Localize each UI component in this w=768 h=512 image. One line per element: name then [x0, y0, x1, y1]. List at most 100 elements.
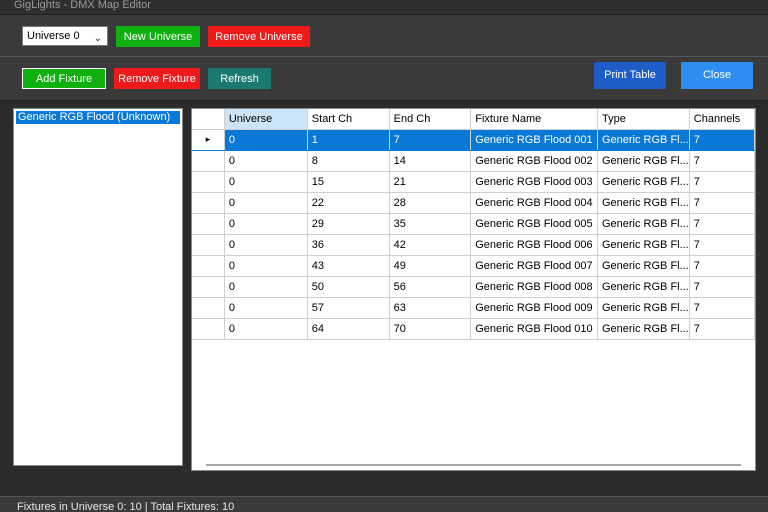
add-fixture-button[interactable]: Add Fixture [22, 68, 106, 89]
row-header[interactable] [192, 255, 225, 277]
table-cell[interactable]: Generic RGB Flood 004 [470, 192, 598, 214]
table-cell[interactable]: 22 [307, 192, 390, 214]
table-cell[interactable]: 57 [307, 297, 390, 319]
table-cell[interactable]: Generic RGB Fl... [597, 129, 690, 151]
table-cell[interactable]: 0 [224, 297, 308, 319]
table-cell[interactable]: 7 [689, 255, 755, 277]
table-cell[interactable]: Generic RGB Fl... [597, 255, 690, 277]
table-cell[interactable]: Generic RGB Flood 010 [470, 318, 598, 340]
row-header[interactable]: ▸ [192, 129, 225, 151]
table-cell[interactable]: 0 [224, 150, 308, 172]
table-cell[interactable]: 0 [224, 129, 308, 151]
table-cell[interactable]: 7 [689, 318, 755, 340]
table-row[interactable]: ▸ 0 1 7 Generic RGB Flood 001 Generic RGB Fl.… [192, 129, 755, 151]
table-cell[interactable]: Generic RGB Flood 007 [470, 255, 598, 277]
column-header-universe[interactable]: Universe [224, 109, 308, 130]
table-cell[interactable]: Generic RGB Flood 006 [470, 234, 598, 256]
row-header[interactable] [192, 213, 225, 235]
row-header[interactable] [192, 150, 225, 172]
table-cell[interactable]: 7 [389, 129, 472, 151]
table-cell[interactable]: 7 [689, 129, 755, 151]
table-row[interactable]: 0 29 35 Generic RGB Flood 005 Generic RGB Fl… [192, 213, 755, 235]
universe-select[interactable]: Universe 0 ⌄ [22, 26, 108, 46]
table-cell[interactable]: 29 [307, 213, 390, 235]
dmx-map-table[interactable]: Universe Start Ch End Ch Fixture Name Ty… [191, 108, 756, 471]
table-cell[interactable]: Generic RGB Flood 002 [470, 150, 598, 172]
status-bar: Fixtures in Universe 0: 10 | Total Fixtu… [0, 496, 768, 512]
table-cell[interactable]: Generic RGB Fl... [597, 234, 690, 256]
table-row[interactable]: 0 36 42 Generic RGB Flood 006 Generic RGB Fl… [192, 234, 755, 256]
table-cell[interactable]: 7 [689, 297, 755, 319]
table-row[interactable]: 0 57 63 Generic RGB Flood 009 Generic RGB Fl… [192, 297, 755, 319]
table-cell[interactable]: 35 [389, 213, 472, 235]
column-header-channels[interactable]: Channels [689, 109, 755, 130]
table-cell[interactable]: Generic RGB Flood 009 [470, 297, 598, 319]
table-row[interactable]: 0 43 49 Generic RGB Flood 007 Generic RGB Fl… [192, 255, 755, 277]
table-cell[interactable]: 7 [689, 150, 755, 172]
table-cell[interactable]: 7 [689, 234, 755, 256]
table-cell[interactable]: Generic RGB Flood 005 [470, 213, 598, 235]
remove-fixture-button[interactable]: Remove Fixture [114, 68, 200, 89]
table-cell[interactable]: 1 [307, 129, 390, 151]
table-row[interactable]: 0 64 70 Generic RGB Flood 010 Generic RGB Fl… [192, 318, 755, 340]
table-cell[interactable]: 0 [224, 234, 308, 256]
table-cell[interactable]: 21 [389, 171, 472, 193]
table-cell[interactable]: Generic RGB Fl... [597, 192, 690, 214]
table-cell[interactable]: Generic RGB Fl... [597, 297, 690, 319]
table-cell[interactable]: 63 [389, 297, 472, 319]
table-cell[interactable]: Generic RGB Flood 008 [470, 276, 598, 298]
table-cell[interactable]: 0 [224, 255, 308, 277]
table-cell[interactable]: 42 [389, 234, 472, 256]
list-item[interactable]: Generic RGB Flood (Unknown) [16, 111, 180, 124]
table-cell[interactable]: 7 [689, 213, 755, 235]
table-cell[interactable]: 7 [689, 171, 755, 193]
column-header-fixture-name[interactable]: Fixture Name [470, 109, 598, 130]
table-cell[interactable]: Generic RGB Fl... [597, 276, 690, 298]
print-table-button[interactable]: Print Table [594, 62, 666, 89]
remove-universe-button[interactable]: Remove Universe [208, 26, 310, 47]
row-header[interactable] [192, 297, 225, 319]
table-cell[interactable]: 0 [224, 171, 308, 193]
table-cell[interactable]: Generic RGB Flood 001 [470, 129, 598, 151]
table-cell[interactable]: 49 [389, 255, 472, 277]
table-cell[interactable]: 64 [307, 318, 390, 340]
row-header[interactable] [192, 171, 225, 193]
new-universe-button[interactable]: New Universe [116, 26, 200, 47]
table-cell[interactable]: 0 [224, 318, 308, 340]
table-cell[interactable]: 50 [307, 276, 390, 298]
table-row[interactable]: 0 50 56 Generic RGB Flood 008 Generic RGB Fl… [192, 276, 755, 298]
table-cell[interactable]: 0 [224, 192, 308, 214]
row-header[interactable] [192, 318, 225, 340]
table-cell[interactable]: 70 [389, 318, 472, 340]
table-cell[interactable]: 28 [389, 192, 472, 214]
table-cell[interactable]: 7 [689, 276, 755, 298]
table-row[interactable]: 0 22 28 Generic RGB Flood 004 Generic RGB Fl… [192, 192, 755, 214]
row-header[interactable] [192, 234, 225, 256]
table-cell[interactable]: Generic RGB Fl... [597, 171, 690, 193]
table-cell[interactable]: 8 [307, 150, 390, 172]
table-cell[interactable]: 15 [307, 171, 390, 193]
table-cell[interactable]: 0 [224, 213, 308, 235]
table-cell[interactable]: 36 [307, 234, 390, 256]
close-button[interactable]: Close [681, 62, 753, 89]
row-header[interactable] [192, 192, 225, 214]
table-cell[interactable]: Generic RGB Fl... [597, 318, 690, 340]
table-cell[interactable]: Generic RGB Fl... [597, 213, 690, 235]
table-cell[interactable]: 56 [389, 276, 472, 298]
table-header-row: Universe Start Ch End Ch Fixture Name Ty… [192, 109, 755, 130]
refresh-button[interactable]: Refresh [208, 68, 271, 89]
table-cell[interactable]: 43 [307, 255, 390, 277]
horizontal-scrollbar[interactable] [206, 464, 741, 466]
table-cell[interactable]: Generic RGB Fl... [597, 150, 690, 172]
column-header-start-ch[interactable]: Start Ch [307, 109, 390, 130]
fixture-type-list[interactable]: Generic RGB Flood (Unknown) [13, 108, 183, 466]
column-header-type[interactable]: Type [597, 109, 690, 130]
table-row[interactable]: 0 8 14 Generic RGB Flood 002 Generic RGB Fl.… [192, 150, 755, 172]
table-cell[interactable]: 14 [389, 150, 472, 172]
column-header-end-ch[interactable]: End Ch [389, 109, 472, 130]
row-header[interactable] [192, 276, 225, 298]
table-row[interactable]: 0 15 21 Generic RGB Flood 003 Generic RGB Fl… [192, 171, 755, 193]
table-cell[interactable]: 7 [689, 192, 755, 214]
table-cell[interactable]: 0 [224, 276, 308, 298]
table-cell[interactable]: Generic RGB Flood 003 [470, 171, 598, 193]
